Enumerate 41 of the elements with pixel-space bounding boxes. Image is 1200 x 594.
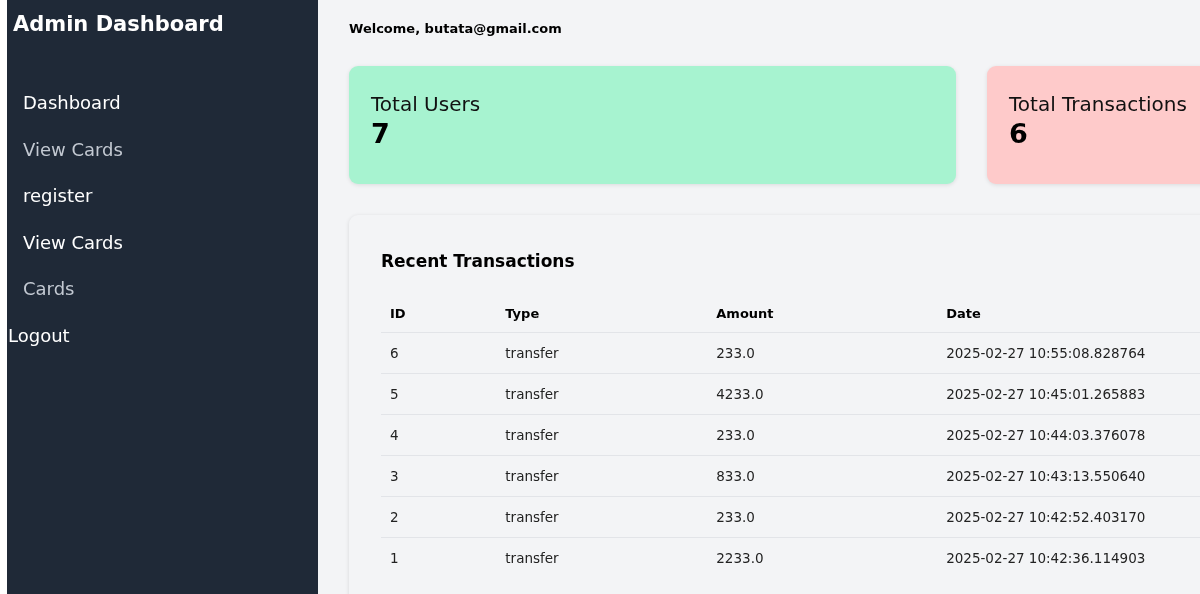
table-cell: 2233.0 <box>707 537 938 578</box>
column-header: Type <box>496 295 708 333</box>
table-cell: 6 <box>381 332 497 374</box>
panel-title: Recent Transactions <box>381 251 575 271</box>
table-cell: 1 <box>381 537 497 578</box>
sidebar-link[interactable]: View Cards <box>7 126 123 173</box>
table-cell: transfer <box>496 537 708 578</box>
table-cell: transfer <box>496 414 708 456</box>
sidebar-title: Admin Dashboard <box>12 12 224 36</box>
stat-label: Total Transactions <box>1009 92 1187 116</box>
table-cell: 2025-02-27 10:55:08.828764 <box>937 332 1200 374</box>
table-cell: 2025-02-27 10:44:03.376078 <box>937 414 1200 456</box>
stat-value: 6 <box>1009 118 1028 149</box>
table-cell: transfer <box>496 373 708 415</box>
table-cell: 4 <box>381 414 497 456</box>
sidebar-link[interactable]: Cards <box>7 266 75 313</box>
table-cell: transfer <box>496 332 708 374</box>
table-cell: 2025-02-27 10:43:13.550640 <box>937 455 1200 497</box>
table-cell: 233.0 <box>707 496 938 538</box>
sidebar-link[interactable]: register <box>7 173 93 220</box>
stat-value: 7 <box>371 118 390 149</box>
table-cell: 2025-02-27 10:42:52.403170 <box>937 496 1200 538</box>
column-header: Date <box>937 295 1200 333</box>
table-cell: 5 <box>381 373 497 415</box>
logout-link[interactable]: Logout <box>7 312 70 359</box>
column-header: Amount <box>707 295 938 333</box>
table-cell: 2025-02-27 10:42:36.114903 <box>937 537 1200 578</box>
table-cell: 2025-02-27 10:45:01.265883 <box>937 373 1200 415</box>
welcome-text: Welcome, butata@gmail.com <box>349 21 562 36</box>
sidebar-link[interactable]: Dashboard <box>7 80 121 127</box>
stat-label: Total Users <box>371 92 481 116</box>
table-cell: 233.0 <box>707 332 938 374</box>
table-cell: transfer <box>496 496 708 538</box>
table-cell: 233.0 <box>707 414 938 456</box>
table-cell: 4233.0 <box>707 373 938 415</box>
table-cell: transfer <box>496 455 708 497</box>
table-cell: 2 <box>381 496 497 538</box>
table-cell: 833.0 <box>707 455 938 497</box>
column-header: ID <box>381 295 497 333</box>
sidebar-link[interactable]: View Cards <box>7 219 123 266</box>
table-cell: 3 <box>381 455 497 497</box>
